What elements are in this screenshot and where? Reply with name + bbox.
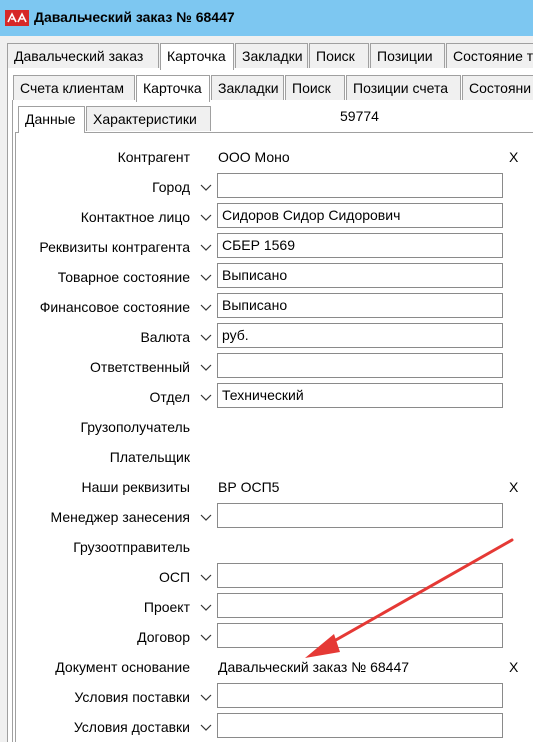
chevron-down-icon[interactable] bbox=[198, 329, 214, 345]
label-dogovor: Договор bbox=[137, 629, 190, 645]
tab-scheta-klientam[interactable]: Счета клиентам bbox=[13, 75, 135, 100]
dogovor-field[interactable] bbox=[217, 623, 503, 648]
label-platelshik: Плательщик bbox=[109, 449, 190, 465]
label-rekvizity: Реквизиты контрагента bbox=[39, 239, 190, 255]
proekt-field[interactable] bbox=[217, 593, 503, 618]
fin-sost-field[interactable]: Выписано bbox=[217, 293, 503, 318]
label-usl-postavki: Условия поставки bbox=[74, 689, 190, 705]
label-otdel: Отдел bbox=[149, 389, 191, 405]
tovar-sost-field[interactable]: Выписано bbox=[217, 263, 503, 288]
tabs-level1: Давальческий заказ Карточка Закладки Пои… bbox=[0, 43, 533, 70]
tab-pozitsii[interactable]: Позиции bbox=[370, 43, 445, 68]
value-kontragent: ООО Моно bbox=[218, 149, 290, 165]
label-kontakt: Контактное лицо bbox=[80, 209, 190, 225]
tab-kartochka[interactable]: Карточка bbox=[160, 43, 234, 70]
chevron-down-icon[interactable] bbox=[198, 569, 214, 585]
tab-sostoyanie[interactable]: Состояние т bbox=[446, 43, 533, 68]
label-gorod: Город bbox=[152, 179, 190, 195]
chevron-down-icon[interactable] bbox=[198, 269, 214, 285]
tab-dannye[interactable]: Данные bbox=[18, 106, 85, 133]
label-proekt: Проект bbox=[143, 599, 190, 615]
clear-dok-osnov-button[interactable]: X bbox=[509, 659, 518, 675]
menedzher-field[interactable] bbox=[217, 503, 503, 528]
chevron-down-icon[interactable] bbox=[198, 359, 214, 375]
label-valyuta: Валюта bbox=[140, 329, 190, 345]
label-usl-dostavki: Условия доставки bbox=[73, 719, 190, 735]
window-titlebar: Давальческий заказ № 68447 bbox=[0, 0, 533, 36]
value-dok-osnov: Давальческий заказ № 68447 bbox=[218, 659, 410, 675]
chevron-down-icon[interactable] bbox=[198, 689, 214, 705]
chevron-down-icon[interactable] bbox=[198, 239, 214, 255]
label-fin-sost: Финансовое состояние bbox=[39, 299, 190, 315]
label-dok-osnov: Документ основание bbox=[55, 659, 190, 675]
window-title: Давальческий заказ № 68447 bbox=[34, 9, 235, 25]
tabs-level3: Данные Характеристики bbox=[0, 106, 533, 133]
otvetstv-field[interactable] bbox=[217, 353, 503, 378]
record-id: 59774 bbox=[336, 104, 408, 128]
label-otvetstv: Ответственный bbox=[90, 359, 190, 375]
kontakt-field[interactable]: Сидоров Сидор Сидорович bbox=[217, 203, 503, 228]
chevron-down-icon[interactable] bbox=[198, 629, 214, 645]
chevron-down-icon[interactable] bbox=[198, 599, 214, 615]
tab-harakteristiki[interactable]: Характеристики bbox=[86, 106, 211, 131]
tabs-level2: Счета клиентам Карточка Закладки Поиск П… bbox=[0, 75, 533, 102]
label-osp: ОСП bbox=[158, 569, 190, 585]
valyuta-field[interactable]: руб. bbox=[217, 323, 503, 348]
chevron-down-icon[interactable] bbox=[198, 209, 214, 225]
label-gruzootpr: Грузоотправитель bbox=[73, 539, 190, 555]
tab-davalcheskiy-zakaz[interactable]: Давальческий заказ bbox=[7, 43, 159, 68]
otdel-field[interactable]: Технический bbox=[217, 383, 503, 408]
tab-zakladki-2[interactable]: Закладки bbox=[211, 75, 284, 100]
label-nashi-rekv: Наши реквизиты bbox=[81, 479, 190, 495]
tab-poisk[interactable]: Поиск bbox=[309, 43, 369, 68]
value-nashi-rekv: ВР ОСП5 bbox=[218, 479, 280, 495]
osp-field[interactable] bbox=[217, 563, 503, 588]
label-gruzopoluch: Грузополучатель bbox=[80, 419, 190, 435]
tab-kartochka-2[interactable]: Карточка bbox=[136, 75, 210, 102]
tab-sostoyanie-2[interactable]: Состояни bbox=[462, 75, 533, 100]
chevron-down-icon[interactable] bbox=[198, 299, 214, 315]
chevron-down-icon[interactable] bbox=[198, 509, 214, 525]
tab-zakladki[interactable]: Закладки bbox=[235, 43, 308, 68]
chevron-down-icon[interactable] bbox=[198, 179, 214, 195]
clear-nashi-rekv-button[interactable]: X bbox=[509, 479, 518, 495]
chevron-down-icon[interactable] bbox=[198, 389, 214, 405]
tab-pozitsii-scheta[interactable]: Позиции счета bbox=[346, 75, 461, 100]
chevron-down-icon[interactable] bbox=[198, 719, 214, 735]
clear-kontragent-button[interactable]: X bbox=[509, 149, 518, 165]
tab-poisk-2[interactable]: Поиск bbox=[285, 75, 345, 100]
label-menedzher: Менеджер занесения bbox=[50, 509, 190, 525]
label-tovar-sost: Товарное состояние bbox=[57, 269, 190, 285]
rekvizity-field[interactable]: СБЕР 1569 bbox=[217, 233, 503, 258]
gorod-field[interactable] bbox=[217, 173, 503, 198]
app-logo-icon bbox=[5, 10, 29, 26]
label-kontragent: Контрагент bbox=[117, 149, 190, 165]
usl-dostavki-field[interactable] bbox=[217, 713, 503, 738]
usl-postavki-field[interactable] bbox=[217, 683, 503, 708]
